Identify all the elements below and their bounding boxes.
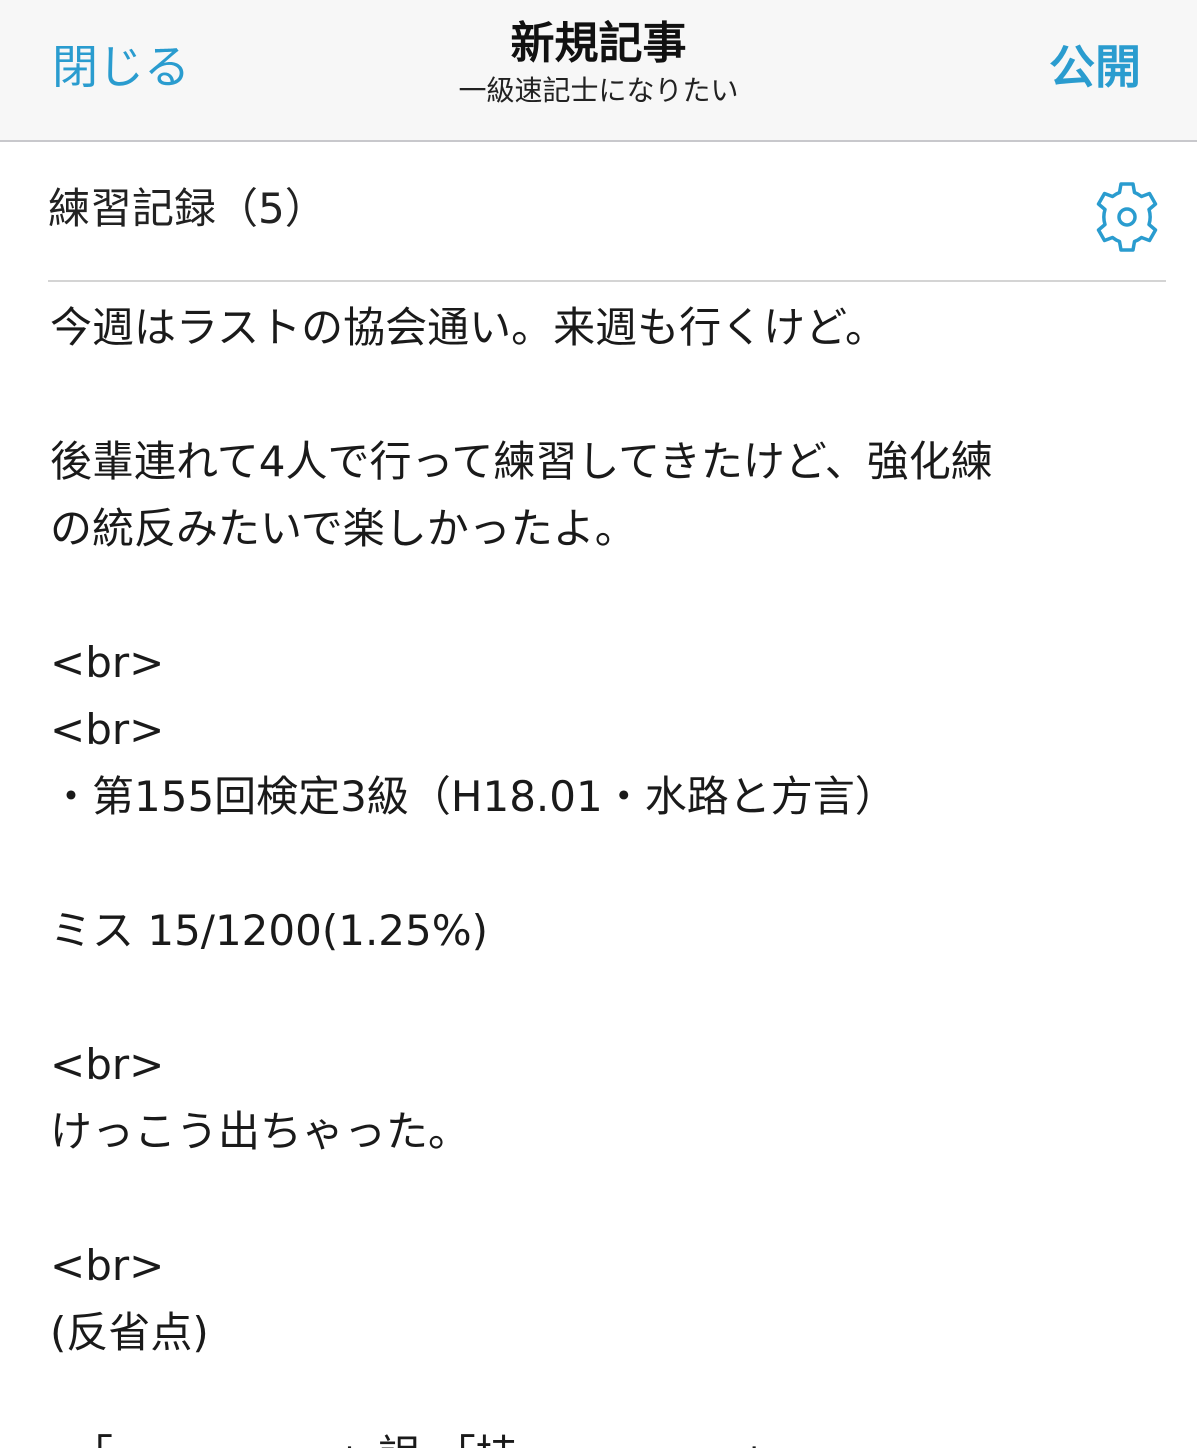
- entry-body-cutoff-line: ・「 」誤 「持 」: [50, 1428, 1150, 1448]
- body-line: [50, 1165, 1150, 1232]
- body-line: <br>: [50, 1040, 165, 1089]
- body-line: [50, 562, 1150, 629]
- body-line: [50, 1366, 1150, 1433]
- body-line: 今週はラストの協会通い。来週も行くけど。: [50, 303, 888, 352]
- page-title: 新規記事: [510, 18, 687, 69]
- body-line: <br>: [50, 705, 165, 754]
- nav-title-group: 新規記事 一級速記士になりたい: [0, 18, 1197, 109]
- body-line: [50, 830, 1150, 897]
- body-line: の統反みたいで楽しかったよ。: [50, 504, 637, 553]
- body-line: ・第155回検定3級（H18.01・水路と方言）: [50, 772, 897, 821]
- body-line: [50, 964, 1150, 1031]
- publish-button[interactable]: 公開: [1049, 40, 1141, 95]
- settings-button[interactable]: [1088, 178, 1166, 256]
- body-line: <br>: [50, 638, 165, 687]
- body-line: (反省点): [50, 1308, 209, 1357]
- navigation-bar: 閉じる 新規記事 一級速記士になりたい 公開: [0, 0, 1197, 142]
- body-line: 後輩連れて4人で行って練習してきたけど、強化練: [50, 437, 993, 486]
- gear-icon: [1096, 182, 1158, 252]
- body-line: けっこう出ちゃった。: [50, 1107, 471, 1156]
- body-line: <br>: [50, 1241, 165, 1290]
- entry-title-input[interactable]: 練習記録（5）: [48, 182, 327, 237]
- cutoff-text: ・「 」誤 「持 」: [50, 1428, 1150, 1448]
- body-line: ミス 15/1200(1.25%): [50, 906, 489, 955]
- blog-name: 一級速記士になりたい: [458, 73, 739, 107]
- entry-title-row: 練習記録（5）: [48, 142, 1166, 282]
- body-line: [50, 361, 1150, 428]
- entry-body-editor[interactable]: 今週はラストの協会通い。来週も行くけど。後輩連れて4人で行って練習してきたけど、…: [50, 294, 1150, 1433]
